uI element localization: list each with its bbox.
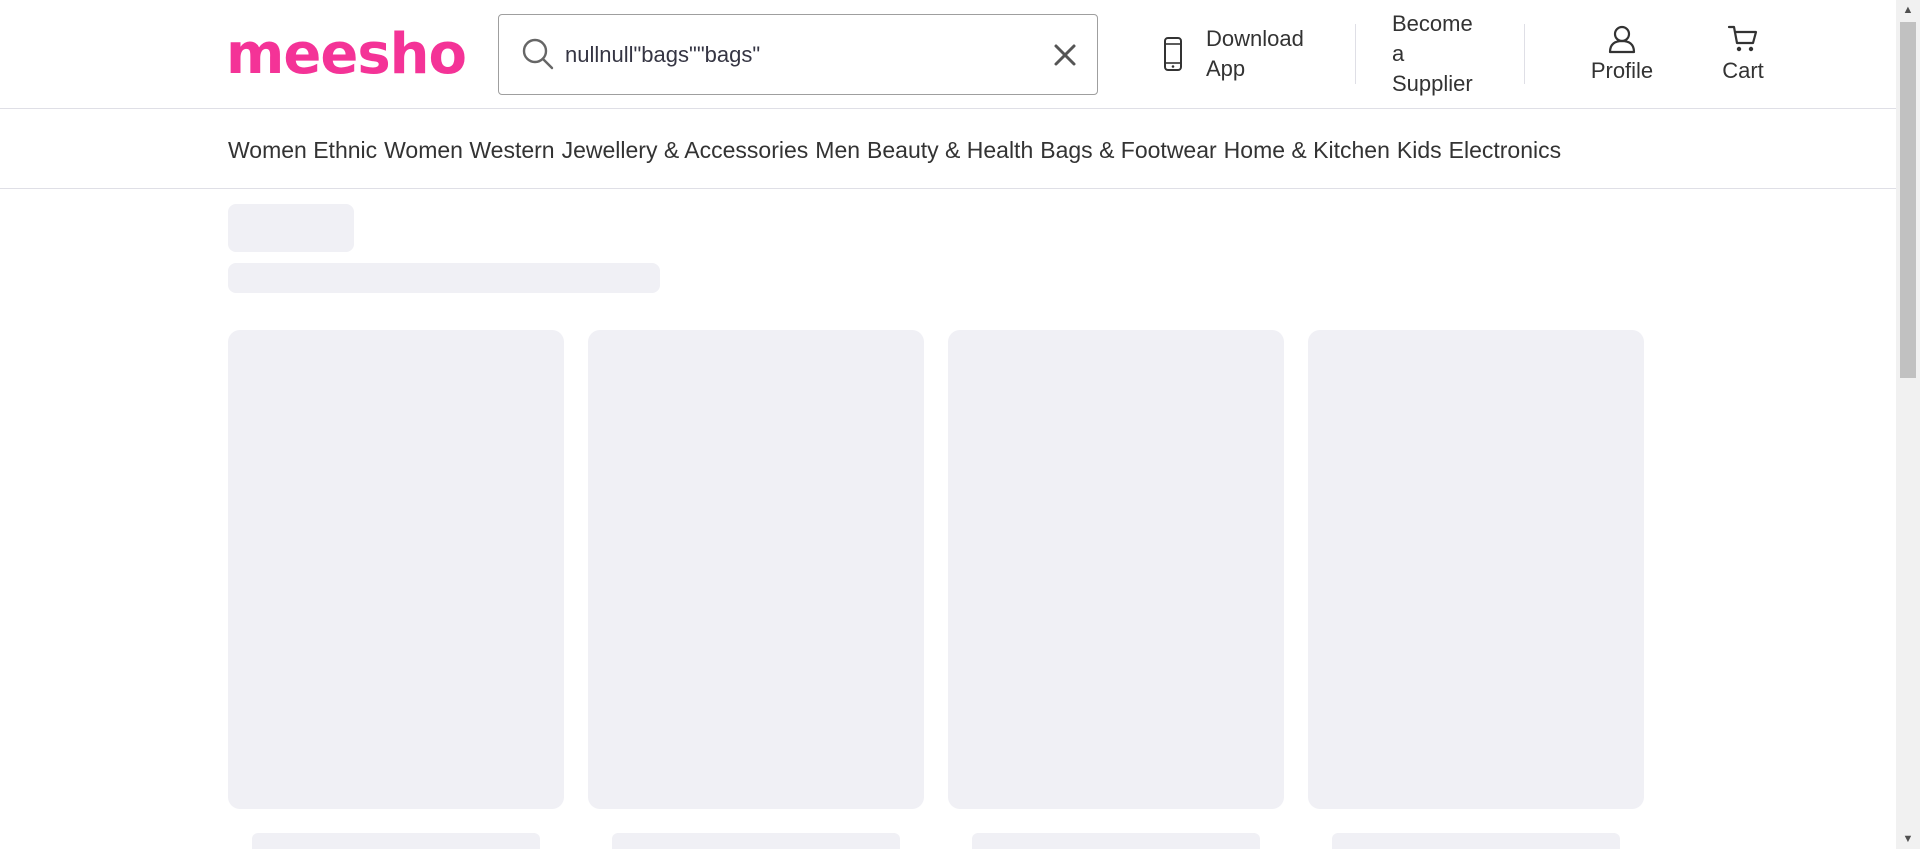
category-men[interactable]: Men [815, 134, 860, 166]
cart-icon [1727, 25, 1758, 52]
scroll-up-arrow-icon[interactable]: ▲ [1896, 0, 1920, 20]
cart-label: Cart [1722, 58, 1764, 83]
vertical-scrollbar[interactable]: ▲ ▼ [1896, 0, 1920, 849]
profile-button[interactable]: Profile [1585, 24, 1659, 86]
category-list: Women Ethnic Women Western Jewellery & A… [228, 134, 1568, 166]
category-bar: Women Ethnic Women Western Jewellery & A… [0, 110, 1896, 189]
skeleton-product-text [612, 833, 900, 849]
download-app-label: Download App [1206, 26, 1304, 81]
cart-button[interactable]: Cart [1716, 24, 1770, 86]
category-women-western[interactable]: Women Western [384, 134, 554, 166]
page: meesho Download App [0, 0, 1920, 849]
close-icon[interactable] [1051, 41, 1079, 69]
skeleton-product-card [588, 330, 924, 809]
phone-icon [1164, 37, 1182, 71]
category-bags-footwear[interactable]: Bags & Footwear [1040, 134, 1216, 166]
skeleton-subtitle [228, 263, 660, 293]
category-home-kitchen[interactable]: Home & Kitchen [1224, 134, 1390, 166]
category-women-ethnic[interactable]: Women Ethnic [228, 134, 377, 166]
skeleton-title [228, 204, 354, 252]
scroll-down-arrow-icon[interactable]: ▼ [1896, 829, 1920, 849]
scrollbar-thumb[interactable] [1900, 22, 1916, 378]
divider [1524, 24, 1525, 84]
skeleton-product-text [1332, 833, 1620, 849]
profile-label: Profile [1590, 58, 1654, 83]
user-icon [1608, 25, 1636, 54]
search-bar[interactable] [498, 14, 1098, 95]
category-beauty-health[interactable]: Beauty & Health [867, 134, 1033, 166]
skeleton-product-card [228, 330, 564, 809]
skeleton-product-text [972, 833, 1260, 849]
skeleton-product-text [252, 833, 540, 849]
divider [1355, 24, 1356, 84]
become-supplier-link[interactable]: Become a Supplier [1392, 9, 1473, 99]
skeleton-product-card [1308, 330, 1644, 809]
category-kids[interactable]: Kids [1397, 134, 1442, 166]
skeleton-product-card [948, 330, 1284, 809]
meesho-logo[interactable]: meesho [226, 18, 467, 92]
category-jewellery-accessories[interactable]: Jewellery & Accessories [562, 134, 809, 166]
search-input[interactable] [565, 33, 1025, 77]
header: meesho Download App [0, 0, 1896, 109]
search-icon [522, 38, 554, 70]
category-electronics[interactable]: Electronics [1449, 134, 1561, 166]
download-app-button[interactable]: Download App [1160, 24, 1304, 84]
